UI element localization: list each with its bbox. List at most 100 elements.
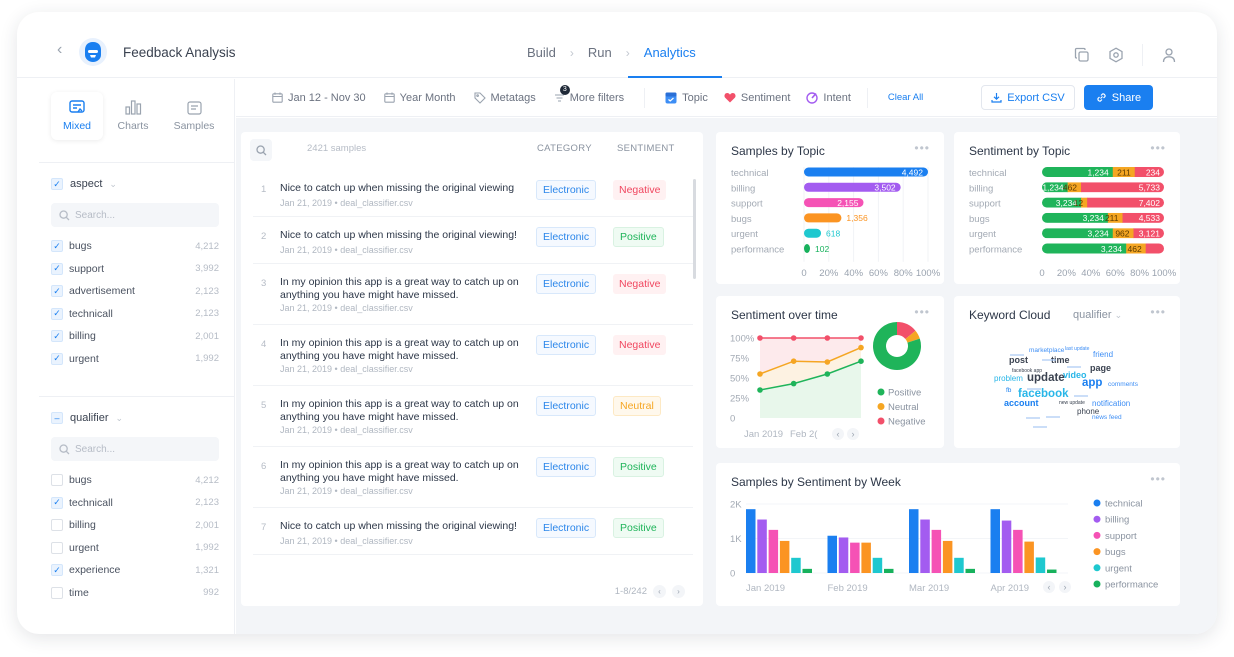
category-tag[interactable]: Electronic	[536, 227, 597, 247]
bar-technical	[827, 535, 837, 573]
value-label: 211	[1105, 213, 1119, 223]
keyword: friend	[1093, 350, 1113, 359]
option-item[interactable]: ✓ advertisement 2,123	[51, 280, 219, 303]
next-page-button[interactable]: ›	[672, 585, 685, 598]
option-item[interactable]: ✓ billing 2,001	[51, 325, 219, 348]
scrollbar[interactable]	[693, 179, 696, 279]
point-positive	[790, 380, 797, 387]
group-header[interactable]: – qualifier ⌄	[51, 409, 219, 427]
option-item[interactable]: ✓ technicall 2,123	[51, 303, 219, 326]
option-checkbox[interactable]: ✓	[51, 496, 63, 509]
more-filters[interactable]: 3 More filters	[554, 84, 624, 104]
share-button[interactable]: Share	[1083, 85, 1154, 110]
column-header-category[interactable]: CATEGORY	[537, 143, 592, 154]
sentiment-badge[interactable]: Negative	[613, 274, 667, 294]
option-checkbox[interactable]: ✓	[51, 330, 63, 343]
category-tag[interactable]: Electronic	[536, 518, 597, 538]
sample-meta: Jan 21, 2019 • deal_classifier.csv	[280, 364, 413, 374]
option-item[interactable]: billing 2,001	[51, 514, 219, 537]
keyword: marketplace	[1029, 347, 1065, 354]
category-label: billing	[731, 183, 755, 194]
option-checkbox[interactable]	[51, 541, 63, 554]
option-checkbox[interactable]: ✓	[51, 564, 63, 577]
nav-build[interactable]: Build	[517, 37, 566, 68]
category-tag[interactable]: Electronic	[536, 274, 597, 294]
point-negative	[824, 335, 831, 341]
qualifier-search-input[interactable]	[75, 443, 195, 455]
option-item[interactable]: ✓ support 3,992	[51, 258, 219, 281]
value-label: 234	[1146, 167, 1160, 177]
metatags-filter[interactable]: Metatags	[473, 92, 536, 104]
option-item[interactable]: ✓ urgent 1,992	[51, 348, 219, 371]
category-tag[interactable]: Electronic	[536, 180, 597, 200]
clear-all-link[interactable]: Clear All	[888, 92, 923, 103]
topic-toggle[interactable]: Topic	[665, 92, 708, 104]
option-item[interactable]: ✓ bugs 4,212	[51, 235, 219, 258]
x-tick-label: 100%	[916, 268, 941, 279]
nav-run[interactable]: Run	[578, 37, 622, 68]
chevron-down-icon[interactable]: ⌄	[116, 413, 124, 424]
value-label: 4,492	[902, 167, 924, 177]
y-tick-label: 2K	[730, 500, 742, 511]
search-field	[51, 437, 219, 461]
sample-row[interactable]: 5 In my opinion this app is a great way t…	[253, 386, 693, 447]
export-csv-button[interactable]: Export CSV	[981, 85, 1075, 110]
group-header[interactable]: ✓ aspect ⌄	[51, 175, 219, 193]
group-checkbox-indeterminate[interactable]: –	[51, 412, 63, 424]
sentiment-badge[interactable]: Positive	[613, 457, 664, 477]
keyword-minor	[1027, 388, 1041, 390]
share-label: Share	[1111, 91, 1142, 104]
sample-row[interactable]: 3 In my opinion this app is a great way t…	[253, 264, 693, 325]
view-samples[interactable]: Samples	[163, 92, 225, 140]
category-label: support	[731, 199, 763, 210]
option-item[interactable]: ✓ technicall 2,123	[51, 492, 219, 515]
settings-icon[interactable]	[1108, 47, 1124, 63]
keyword-minor	[1026, 417, 1040, 419]
prev-page-button[interactable]: ‹	[653, 585, 666, 598]
sentiment-badge[interactable]: Negative	[613, 335, 667, 355]
value-label: 7,402	[1139, 198, 1161, 208]
option-checkbox[interactable]: ✓	[51, 307, 63, 320]
sample-row[interactable]: 4 In my opinion this app is a great way t…	[253, 325, 693, 386]
sample-row[interactable]: 1 Nice to catch up when missing the origi…	[253, 170, 693, 217]
chevron-down-icon[interactable]: ⌄	[109, 179, 117, 190]
option-checkbox[interactable]: ✓	[51, 262, 63, 275]
user-icon[interactable]	[1161, 47, 1177, 63]
sentiment-badge[interactable]: Negative	[613, 180, 667, 200]
back-chevron-icon[interactable]: ‹	[57, 42, 62, 58]
aspect-search-input[interactable]	[75, 209, 195, 221]
value-label: 3,234	[1087, 229, 1109, 239]
date-range-filter[interactable]: Jan 12 - Nov 30	[272, 92, 366, 104]
group-checkbox[interactable]: ✓	[51, 178, 63, 190]
option-checkbox[interactable]	[51, 519, 63, 532]
sample-row[interactable]: 2 Nice to catch up when missing the origi…	[253, 217, 693, 264]
download-icon	[991, 93, 1002, 103]
option-checkbox[interactable]: ✓	[51, 352, 63, 365]
option-item[interactable]: time 992	[51, 582, 219, 605]
column-header-sentiment[interactable]: SENTIMENT	[617, 143, 675, 154]
category-tag[interactable]: Electronic	[536, 396, 597, 416]
option-checkbox[interactable]	[51, 586, 63, 599]
sentiment-badge[interactable]: Positive	[613, 227, 664, 247]
copy-icon[interactable]	[1074, 47, 1090, 63]
samples-search-button[interactable]	[250, 139, 272, 161]
sample-row[interactable]: 7 Nice to catch up when missing the origi…	[253, 508, 693, 555]
option-item[interactable]: bugs 4,212	[51, 469, 219, 492]
nav-analytics[interactable]: Analytics	[627, 37, 722, 78]
option-checkbox[interactable]: ✓	[51, 240, 63, 253]
sentiment-badge[interactable]: Neutral	[613, 396, 661, 416]
granularity-filter[interactable]: Year Month	[383, 92, 456, 104]
view-mixed[interactable]: Mixed	[51, 92, 103, 140]
view-charts[interactable]: Charts	[107, 92, 159, 140]
option-checkbox[interactable]	[51, 474, 63, 487]
option-item[interactable]: urgent 1,992	[51, 537, 219, 560]
sentiment-toggle[interactable]: Sentiment	[724, 92, 790, 104]
intent-toggle[interactable]: Intent	[806, 92, 851, 104]
sentiment-badge[interactable]: Positive	[613, 518, 664, 538]
option-checkbox[interactable]: ✓	[51, 285, 63, 298]
keyword-cloud-card: Keyword Cloud qualifier ⌄ ••• marketplac…	[954, 296, 1180, 448]
option-item[interactable]: ✓ experience 1,321	[51, 559, 219, 582]
sample-row[interactable]: 6 In my opinion this app is a great way t…	[253, 447, 693, 508]
category-tag[interactable]: Electronic	[536, 457, 597, 477]
category-tag[interactable]: Electronic	[536, 335, 597, 355]
